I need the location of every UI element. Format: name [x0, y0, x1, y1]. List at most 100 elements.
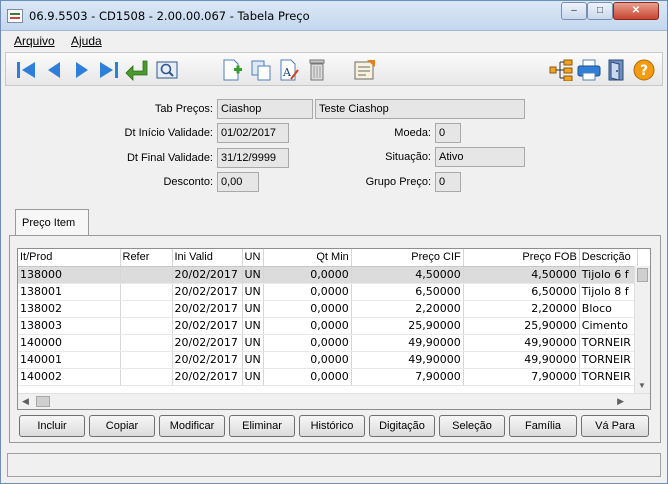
historico-button[interactable]: Histórico — [299, 415, 365, 437]
status-bar — [7, 453, 661, 477]
cell-it-prod: 138000 — [18, 266, 121, 284]
cell-refer — [120, 351, 173, 369]
grid-vertical-scrollbar[interactable]: ▼ — [634, 266, 650, 393]
desconto-field[interactable]: 0,00 — [217, 172, 259, 192]
cell-preco-cif: 6,50000 — [351, 283, 464, 301]
table-row[interactable]: 138003 20/02/2017 UN 0,0000 25,90000 25,… — [18, 317, 638, 335]
delete-icon[interactable] — [305, 58, 329, 82]
svg-text:?: ? — [640, 63, 648, 79]
scroll-right-icon[interactable]: ▶ — [617, 396, 624, 407]
incluir-button[interactable]: Incluir — [19, 415, 85, 437]
eliminar-button-label: Eliminar — [242, 420, 282, 432]
cell-qt-min: 0,0000 — [263, 266, 352, 284]
cell-ini-valid: 20/02/2017 — [172, 368, 243, 386]
edit-icon[interactable]: A — [277, 58, 301, 82]
situacao-label: Situação: — [385, 151, 431, 163]
tab-precos-code-field[interactable]: Ciashop — [217, 99, 313, 119]
scroll-left-icon[interactable]: ◀ — [22, 396, 29, 407]
col-header-descricao[interactable]: Descrição — [579, 249, 638, 267]
last-icon[interactable] — [97, 58, 121, 82]
col-header-un[interactable]: UN — [242, 249, 264, 267]
tree-icon[interactable] — [549, 58, 573, 82]
modificar-button[interactable]: Modificar — [159, 415, 225, 437]
cell-preco-fob: 49,90000 — [463, 334, 580, 352]
cell-un: UN — [242, 351, 264, 369]
print-icon[interactable] — [577, 58, 601, 82]
prev-icon[interactable] — [42, 58, 66, 82]
col-header-it-prod[interactable]: It/Prod — [18, 249, 121, 267]
table-row[interactable]: 138000 20/02/2017 UN 0,0000 4,50000 4,50… — [18, 266, 638, 284]
close-button[interactable]: ✕ — [613, 2, 659, 20]
col-header-qt-min[interactable]: Qt Min — [263, 249, 352, 267]
tab-precos-desc-field[interactable]: Teste Ciashop — [315, 99, 525, 119]
familia-button[interactable]: Família — [509, 415, 577, 437]
table-row[interactable]: 140001 20/02/2017 UN 0,0000 49,90000 49,… — [18, 351, 638, 369]
situacao-field[interactable]: Ativo — [435, 147, 525, 167]
cell-qt-min: 0,0000 — [263, 334, 352, 352]
col-header-preco-cif[interactable]: Preço CIF — [351, 249, 464, 267]
col-header-refer[interactable]: Refer — [120, 249, 173, 267]
cell-preco-fob: 4,50000 — [463, 266, 580, 284]
cell-preco-fob: 6,50000 — [463, 283, 580, 301]
historico-button-label: Histórico — [310, 420, 354, 432]
next-icon[interactable] — [70, 58, 94, 82]
help-icon[interactable]: ? — [632, 58, 656, 82]
report-icon[interactable] — [353, 58, 377, 82]
grid-horizontal-scrollbar[interactable]: ◀ ▶ — [18, 393, 650, 409]
dt-final-label: Dt Final Validade: — [126, 152, 213, 164]
cell-it-prod: 138001 — [18, 283, 121, 301]
menu-bar: Arquivo Ajuda — [1, 31, 667, 51]
col-header-preco-fob[interactable]: Preço FOB — [463, 249, 580, 267]
cell-un: UN — [242, 300, 264, 318]
minimize-button[interactable]: – — [561, 2, 587, 20]
va-para-button-label: Vá Para — [595, 420, 635, 432]
familia-button-label: Família — [524, 420, 562, 432]
scroll-down-icon[interactable]: ▼ — [638, 381, 646, 390]
cell-qt-min: 0,0000 — [263, 368, 352, 386]
grupo-preco-field[interactable]: 0 — [435, 172, 461, 192]
dt-final-field[interactable]: 31/12/9999 — [217, 148, 289, 168]
cell-it-prod: 138002 — [18, 300, 121, 318]
cell-un: UN — [242, 283, 264, 301]
vertical-scroll-thumb[interactable] — [637, 268, 648, 282]
zoom-icon[interactable] — [155, 58, 179, 82]
table-row[interactable]: 140002 20/02/2017 UN 0,0000 7,90000 7,90… — [18, 368, 638, 386]
return-icon[interactable] — [125, 58, 149, 82]
va-para-button[interactable]: Vá Para — [581, 415, 649, 437]
dt-inicio-label: Dt Início Validade: — [124, 127, 213, 139]
moeda-label: Moeda: — [394, 127, 431, 139]
cell-un: UN — [242, 368, 264, 386]
dt-inicio-field[interactable]: 01/02/2017 — [217, 123, 289, 143]
digitacao-button[interactable]: Digitação — [369, 415, 435, 437]
copiar-button[interactable]: Copiar — [89, 415, 155, 437]
eliminar-button[interactable]: Eliminar — [229, 415, 295, 437]
cell-preco-fob: 2,20000 — [463, 300, 580, 318]
moeda-field[interactable]: 0 — [435, 123, 461, 143]
cell-qt-min: 0,0000 — [263, 351, 352, 369]
selecao-button[interactable]: Seleção — [439, 415, 505, 437]
cell-refer — [120, 300, 173, 318]
grupo-preco-label: Grupo Preço: — [365, 176, 431, 188]
horizontal-scroll-thumb[interactable] — [36, 396, 50, 407]
cell-un: UN — [242, 334, 264, 352]
table-row[interactable]: 140000 20/02/2017 UN 0,0000 49,90000 49,… — [18, 334, 638, 352]
cell-descricao: TORNEIR — [579, 334, 638, 352]
svg-text:A: A — [282, 66, 292, 79]
table-row[interactable]: 138002 20/02/2017 UN 0,0000 2,20000 2,20… — [18, 300, 638, 318]
copy-icon[interactable] — [249, 58, 273, 82]
menu-arquivo[interactable]: Arquivo — [14, 34, 55, 48]
new-icon[interactable] — [220, 58, 244, 82]
col-header-ini-valid[interactable]: Ini Valid — [172, 249, 243, 267]
maximize-button[interactable]: □ — [587, 2, 613, 20]
tab-preco-item[interactable]: Preço Item — [15, 209, 89, 235]
menu-arquivo-label: Arquivo — [14, 34, 55, 48]
digitacao-button-label: Digitação — [379, 420, 425, 432]
menu-ajuda[interactable]: Ajuda — [71, 34, 102, 48]
cell-preco-cif: 49,90000 — [351, 351, 464, 369]
exit-icon[interactable] — [605, 58, 629, 82]
price-item-grid[interactable]: It/Prod Refer Ini Valid UN Qt Min Preço … — [17, 248, 651, 410]
table-row[interactable]: 138001 20/02/2017 UN 0,0000 6,50000 6,50… — [18, 283, 638, 301]
first-icon[interactable] — [14, 58, 38, 82]
cell-preco-cif: 7,90000 — [351, 368, 464, 386]
main-window: 06.9.5503 - CD1508 - 2.00.00.067 - Tabel… — [0, 0, 668, 484]
